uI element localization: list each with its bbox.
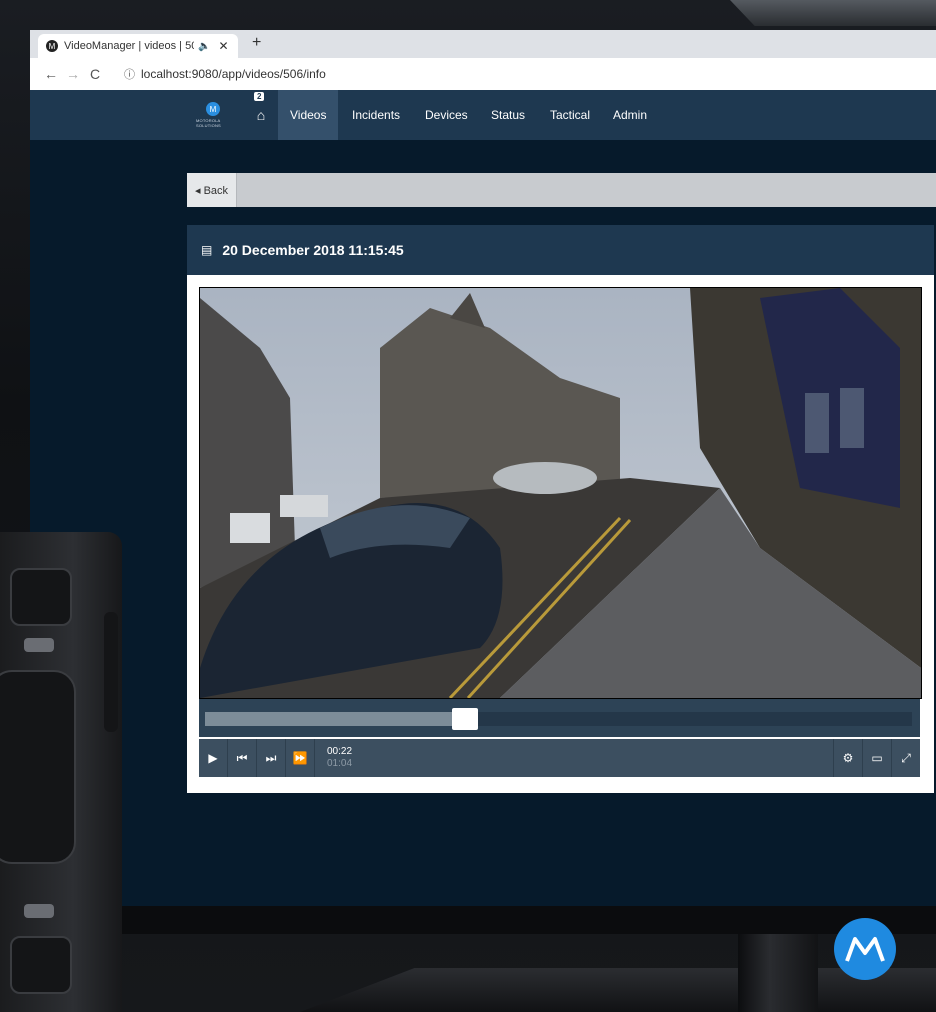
browser-tab[interactable]: M VideoManager | videos | 506 🔈 ✕ bbox=[38, 34, 238, 58]
settings-gear-icon[interactable]: ⚙ bbox=[833, 739, 862, 777]
nav-item-devices[interactable]: Devices bbox=[425, 90, 468, 140]
video-frame[interactable] bbox=[199, 287, 922, 699]
address-bar: ← → C ⓘ localhost:9080/app/videos/506/in… bbox=[30, 58, 936, 91]
tab-title: VideoManager | videos | 506 bbox=[64, 40, 194, 52]
monitor-screen: M VideoManager | videos | 506 🔈 ✕ + ← → … bbox=[30, 30, 936, 906]
skip-back-icon[interactable]: ⏮ bbox=[228, 739, 257, 777]
nav-item-tactical[interactable]: Tactical bbox=[550, 90, 590, 140]
camera-top-led bbox=[24, 638, 54, 652]
back-arrow-icon[interactable]: ← bbox=[40, 66, 62, 82]
nav-item-incidents[interactable]: Incidents bbox=[352, 90, 400, 140]
camera-center-button bbox=[0, 670, 76, 864]
nav-item-videos[interactable]: Videos bbox=[278, 90, 339, 140]
video-panel-header: ▤ 20 December 2018 11:15:45 bbox=[187, 225, 934, 275]
new-tab-button[interactable]: + bbox=[252, 34, 261, 52]
forward-arrow-icon[interactable]: → bbox=[62, 66, 84, 82]
back-bar: ◂ Back bbox=[187, 173, 936, 207]
fullscreen-icon[interactable]: ⤢ bbox=[891, 739, 920, 777]
motorola-batwing-icon bbox=[845, 937, 885, 962]
monitor-edge bbox=[730, 0, 936, 26]
motorola-logo-badge bbox=[834, 918, 896, 980]
seek-progress bbox=[205, 712, 453, 726]
play-icon[interactable]: ▶ bbox=[199, 739, 228, 777]
display-monitor-icon[interactable]: ▭ bbox=[862, 739, 891, 777]
fast-forward-icon[interactable]: ⏩ bbox=[286, 739, 315, 777]
street-scene-image bbox=[200, 288, 921, 698]
back-button[interactable]: ◂ Back bbox=[187, 173, 238, 207]
camera-bottom-button bbox=[10, 936, 72, 994]
nav-item-admin[interactable]: Admin bbox=[613, 90, 647, 140]
video-title: 20 December 2018 11:15:45 bbox=[222, 242, 404, 258]
photo-scene: M VideoManager | videos | 506 🔈 ✕ + ← → … bbox=[0, 0, 936, 1012]
reload-icon[interactable]: C bbox=[84, 66, 106, 82]
camera-top-button bbox=[10, 568, 72, 626]
home-icon[interactable]: ⌂ bbox=[248, 90, 274, 140]
skip-forward-icon[interactable]: ⏭ bbox=[257, 739, 286, 777]
film-icon: ▤ bbox=[201, 243, 213, 257]
current-time: 00:22 bbox=[327, 746, 353, 757]
video-panel-body: ▶ ⏮ ⏭ ⏩ 00:22 01:04 ⚙ ▭ ⤢ bbox=[187, 275, 934, 793]
motorola-logo[interactable]: M MOTOROLA SOLUTIONS bbox=[196, 102, 230, 128]
speaker-icon[interactable]: 🔈 bbox=[198, 41, 210, 52]
seek-bar[interactable] bbox=[199, 699, 920, 737]
desk-surface bbox=[300, 968, 936, 1012]
monitor-bezel bbox=[30, 906, 936, 934]
url-field[interactable]: localhost:9080/app/videos/506/info bbox=[141, 67, 326, 81]
info-icon[interactable]: ⓘ bbox=[124, 66, 135, 82]
seek-track[interactable] bbox=[205, 708, 912, 730]
logo-brand-text: MOTOROLA SOLUTIONS bbox=[196, 118, 221, 128]
duration: 01:04 bbox=[327, 758, 353, 769]
motorola-m-icon: M bbox=[206, 102, 220, 116]
camera-bottom-led bbox=[24, 904, 54, 918]
player-right-controls: ⚙ ▭ ⤢ bbox=[833, 739, 920, 777]
body-camera bbox=[0, 532, 122, 1012]
camera-side-clip bbox=[104, 612, 118, 732]
app-navbar: M MOTOROLA SOLUTIONS 2 ⌂ Videos Incident… bbox=[30, 90, 936, 140]
motorola-favicon-icon: M bbox=[46, 40, 58, 52]
monitor-stand bbox=[738, 930, 818, 1012]
nav-item-status[interactable]: Status bbox=[491, 90, 525, 140]
seek-handle[interactable] bbox=[452, 708, 479, 730]
player-controls: ▶ ⏮ ⏭ ⏩ 00:22 01:04 ⚙ ▭ ⤢ bbox=[199, 739, 920, 777]
browser-tabbar: M VideoManager | videos | 506 🔈 ✕ + bbox=[30, 30, 936, 58]
close-icon[interactable]: ✕ bbox=[218, 39, 228, 53]
time-display: 00:22 01:04 bbox=[327, 746, 352, 770]
